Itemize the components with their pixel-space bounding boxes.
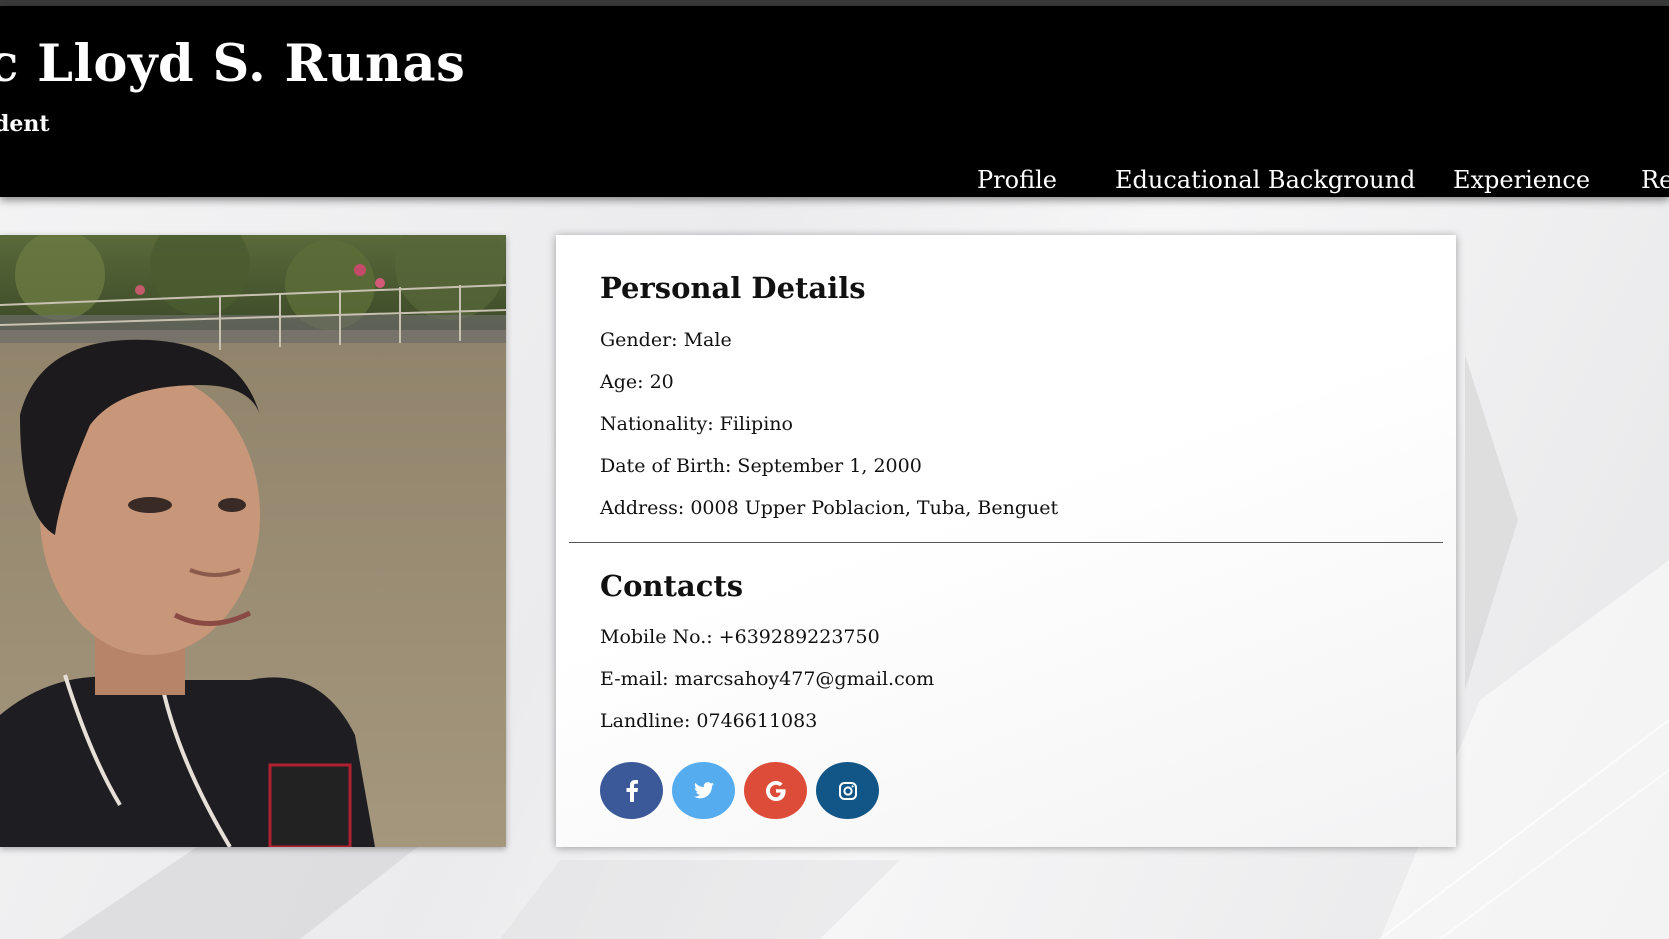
nav-item-truncated[interactable]: Re [1641, 166, 1669, 194]
nationality-field: Nationality: Filipino [600, 413, 793, 435]
subtitle-role: udent [0, 111, 50, 137]
nav-item-educational-background[interactable]: Educational Background [1115, 166, 1415, 194]
profile-photo-illustration [0, 235, 506, 847]
age-field: Age: 20 [600, 371, 674, 393]
profile-photo [0, 235, 506, 847]
nav-item-experience[interactable]: Experience [1453, 166, 1590, 194]
date-of-birth-field: Date of Birth: September 1, 2000 [600, 455, 922, 477]
profile-card: Personal Details Gender: Male Age: 20 Na… [556, 235, 1456, 847]
instagram-icon [838, 781, 857, 800]
mobile-field: Mobile No.: +639289223750 [600, 626, 880, 648]
site-header: rc Lloyd S. Runas udent Profile Educatio… [0, 6, 1669, 197]
facebook-icon [626, 779, 638, 802]
gender-field: Gender: Male [600, 329, 732, 351]
twitter-icon [693, 782, 714, 799]
landline-field: Landline: 0746611083 [600, 710, 818, 732]
email-field: E-mail: marcsahoy477@gmail.com [600, 668, 935, 690]
personal-details-heading: Personal Details [600, 271, 866, 305]
nav-item-profile[interactable]: Profile [977, 166, 1057, 194]
address-field: Address: 0008 Upper Poblacion, Tuba, Ben… [600, 497, 1059, 519]
page-title: rc Lloyd S. Runas [0, 34, 466, 94]
contacts-heading: Contacts [600, 569, 744, 603]
instagram-button[interactable] [816, 762, 879, 819]
twitter-button[interactable] [672, 762, 735, 819]
google-button[interactable] [744, 762, 807, 819]
facebook-button[interactable] [600, 762, 663, 819]
section-divider [569, 542, 1443, 543]
google-icon [765, 780, 786, 801]
